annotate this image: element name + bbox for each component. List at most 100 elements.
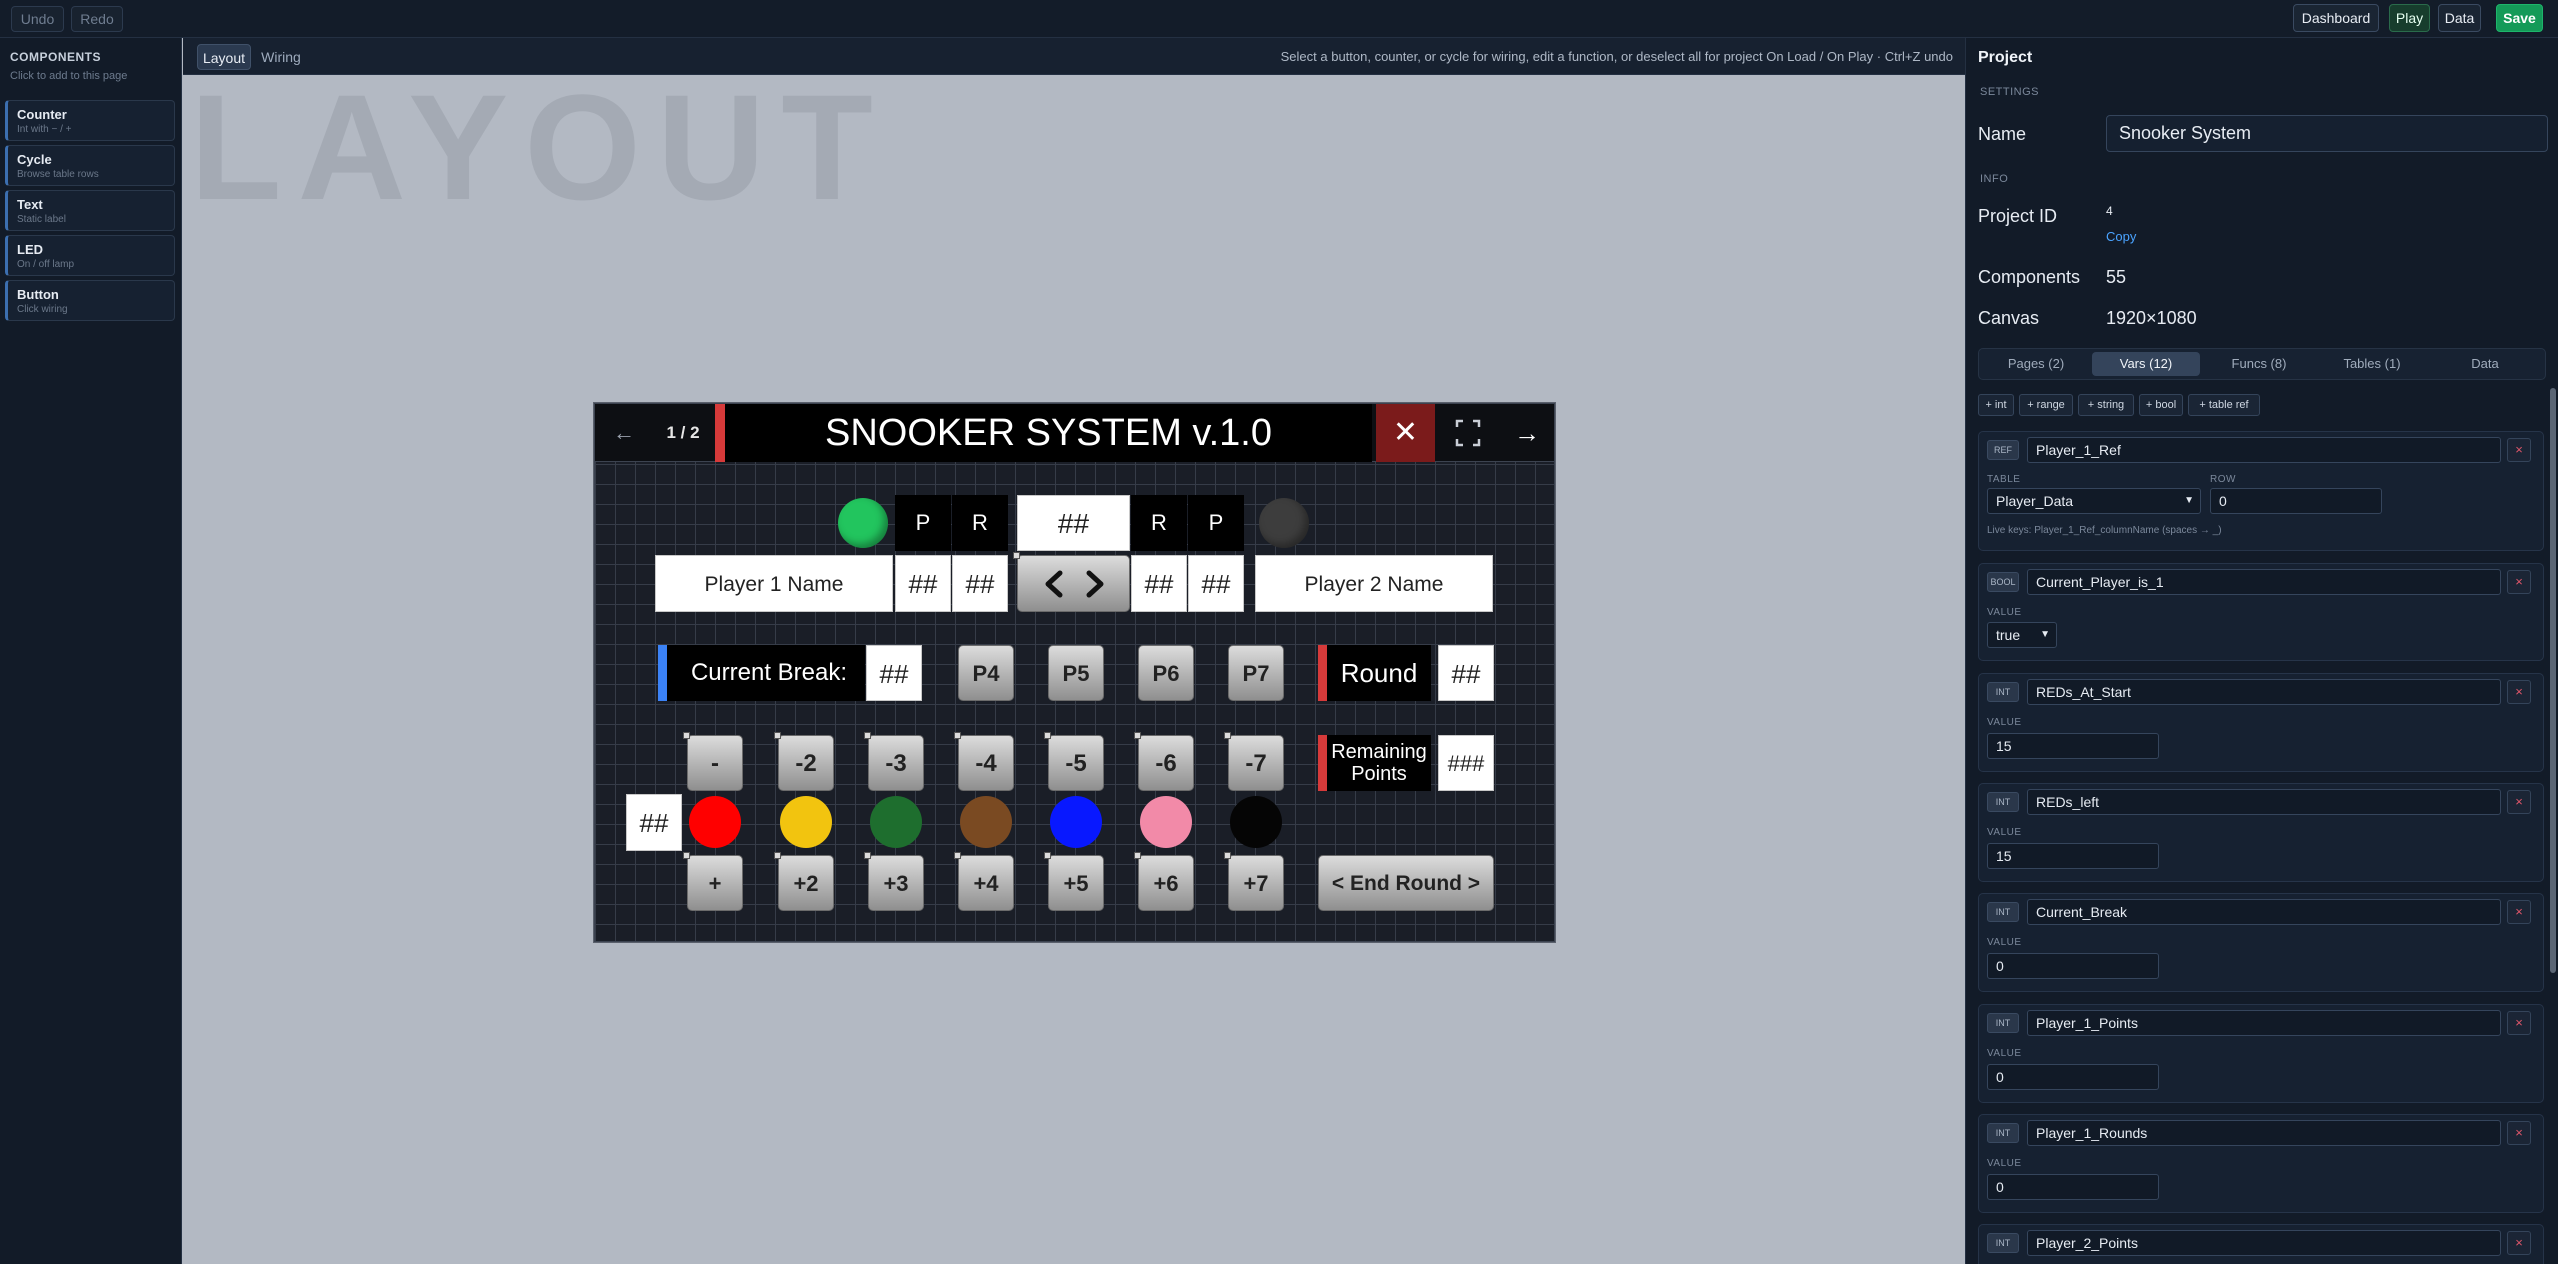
selection-handle[interactable] [683,732,690,739]
selection-handle[interactable] [954,852,961,859]
green-ball-icon[interactable] [870,796,922,848]
table-select[interactable]: Player_Data ▼ [1987,488,2201,514]
dashboard-button[interactable]: Dashboard [2293,4,2379,32]
cycle-button[interactable] [1017,555,1130,612]
selection-handle[interactable] [1224,732,1231,739]
delete-var-button[interactable]: × [2507,1011,2531,1035]
brown-ball-icon[interactable] [960,796,1012,848]
plus-6-button[interactable]: +6 [1138,855,1194,911]
var-name-input[interactable]: REDs_left [2027,789,2501,815]
prev-page-button[interactable]: ← [595,404,653,462]
next-page-button[interactable]: → [1500,404,1554,462]
minus-6-button[interactable]: -6 [1138,735,1194,791]
component-counter[interactable]: Counter Int with − / + [5,100,175,141]
p5-button[interactable]: P5 [1048,645,1104,701]
selection-handle[interactable] [1134,852,1141,859]
p6-button[interactable]: P6 [1138,645,1194,701]
plus-7-button[interactable]: +7 [1228,855,1284,911]
close-button[interactable]: ✕ [1376,404,1435,462]
var-name-input[interactable]: Player_2_Points [2027,1230,2501,1256]
save-button[interactable]: Save [2496,4,2543,32]
plus-2-button[interactable]: +2 [778,855,834,911]
panel-scrollbar[interactable] [2550,388,2556,973]
component-cycle[interactable]: Cycle Browse table rows [5,145,175,186]
tab-pages[interactable]: Pages (2) [1985,352,2087,376]
selection-handle[interactable] [683,852,690,859]
p4-button[interactable]: P4 [958,645,1014,701]
minus-7-button[interactable]: -7 [1228,735,1284,791]
tab-funcs[interactable]: Funcs (8) [2205,352,2313,376]
var-name-input[interactable]: Player_1_Rounds [2027,1120,2501,1146]
bool-select[interactable]: true ▼ [1987,622,2057,648]
selection-handle[interactable] [864,732,871,739]
component-led[interactable]: LED On / off lamp [5,235,175,276]
plus-3-button[interactable]: +3 [868,855,924,911]
component-button[interactable]: Button Click wiring [5,280,175,321]
var-name-input[interactable]: Current_Player_is_1 [2027,569,2501,595]
add-bool-button[interactable]: + bool [2139,394,2183,416]
component-text[interactable]: Text Static label [5,190,175,231]
delete-var-button[interactable]: × [2507,900,2531,924]
selection-handle[interactable] [1013,552,1020,559]
value-input[interactable]: 15 [1987,843,2159,869]
data-button[interactable]: Data [2438,4,2481,32]
tab-data[interactable]: Data [2431,352,2539,376]
value-input[interactable]: 0 [1987,953,2159,979]
delete-var-button[interactable]: × [2507,1121,2531,1145]
plus-1-button[interactable]: + [687,855,743,911]
minus-5-button[interactable]: -5 [1048,735,1104,791]
p7-button[interactable]: P7 [1228,645,1284,701]
add-string-button[interactable]: + string [2078,394,2134,416]
row-input[interactable]: 0 [2210,488,2382,514]
delete-var-button[interactable]: × [2507,680,2531,704]
red-ball-icon[interactable] [689,796,741,848]
selection-handle[interactable] [1044,732,1051,739]
plus-5-button[interactable]: +5 [1048,855,1104,911]
end-round-button[interactable]: < End Round > [1318,855,1494,911]
fullscreen-icon[interactable] [1440,404,1496,462]
component-name: LED [17,242,43,257]
minus-1-button[interactable]: - [687,735,743,791]
selection-handle[interactable] [954,732,961,739]
delete-var-button[interactable]: × [2507,790,2531,814]
black-ball-icon[interactable] [1230,796,1282,848]
minus-3-button[interactable]: -3 [868,735,924,791]
pink-ball-icon[interactable] [1140,796,1192,848]
var-name-input[interactable]: Player_1_Ref [2027,437,2501,463]
add-range-button[interactable]: + range [2019,394,2073,416]
add-table-ref-button[interactable]: + table ref [2188,394,2260,416]
plus-4-button[interactable]: +4 [958,855,1014,911]
delete-var-button[interactable]: × [2507,1231,2531,1255]
selection-handle[interactable] [774,852,781,859]
value-input[interactable]: 15 [1987,733,2159,759]
add-int-button[interactable]: + int [1978,394,2014,416]
play-button[interactable]: Play [2389,4,2430,32]
chevron-down-icon: ▼ [2184,495,2194,506]
tab-tables[interactable]: Tables (1) [2318,352,2426,376]
selection-handle[interactable] [1134,732,1141,739]
value-input[interactable]: 0 [1987,1174,2159,1200]
tab-vars[interactable]: Vars (12) [2092,352,2200,376]
page-indicator: 1 / 2 [666,423,700,442]
copy-id-link[interactable]: Copy [2106,229,2136,244]
var-name-input[interactable]: Current_Break [2027,899,2501,925]
value-label: VALUE [1987,1158,2022,1169]
selection-handle[interactable] [774,732,781,739]
minus-2-button[interactable]: -2 [778,735,834,791]
blue-ball-icon[interactable] [1050,796,1102,848]
player2-rounds: ## [1131,555,1187,612]
selection-handle[interactable] [1224,852,1231,859]
value-input[interactable]: 0 [1987,1064,2159,1090]
var-name-input[interactable]: Player_1_Points [2027,1010,2501,1036]
project-name-input[interactable]: Snooker System [2106,115,2548,152]
minus-4-button[interactable]: -4 [958,735,1014,791]
player1-name: Player 1 Name [655,555,893,612]
delete-var-button[interactable]: × [2507,570,2531,594]
undo-button[interactable]: Undo [11,6,64,32]
selection-handle[interactable] [864,852,871,859]
var-name-input[interactable]: REDs_At_Start [2027,679,2501,705]
selection-handle[interactable] [1044,852,1051,859]
redo-button[interactable]: Redo [71,6,123,32]
delete-var-button[interactable]: × [2507,438,2531,462]
yellow-ball-icon[interactable] [780,796,832,848]
